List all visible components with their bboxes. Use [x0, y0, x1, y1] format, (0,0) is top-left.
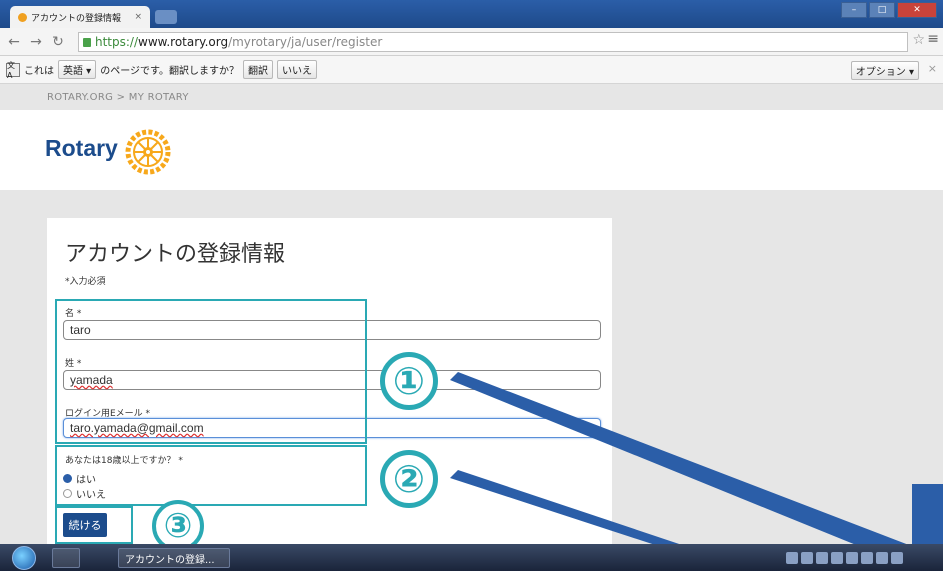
options-button[interactable]: オプション ▾	[850, 61, 919, 80]
rotary-wheel-icon	[125, 129, 171, 175]
breadcrumb[interactable]: ROTARY.ORG > MY ROTARY	[47, 92, 189, 103]
url-scheme: https://	[95, 35, 139, 49]
translate-suffix: のページです。翻訳しますか？	[100, 66, 240, 77]
tray-icon[interactable]	[876, 552, 888, 564]
highlight-box-fields	[55, 299, 367, 444]
translate-bar: 文A これは 英語 ▾ のページです。翻訳しますか？ 翻訳 いいえ オプション …	[0, 56, 943, 84]
translate-close-icon[interactable]: ×	[928, 62, 937, 75]
translate-icon: 文A	[6, 61, 20, 80]
system-tray	[653, 550, 903, 566]
url-path: /myrotary/ja/user/register	[228, 35, 383, 49]
tray-icon[interactable]	[801, 552, 813, 564]
annotation-callout-box	[912, 484, 943, 544]
browser-toolbar: ← → ↻ https:// www.rotary.org /myrotary/…	[0, 28, 943, 56]
highlight-box-age	[55, 445, 367, 506]
translate-prefix: これは	[24, 66, 54, 77]
tray-icon[interactable]	[846, 552, 858, 564]
taskbar-item-label: アカウントの登録...	[125, 554, 215, 566]
taskbar-quicklaunch[interactable]	[52, 548, 80, 568]
url-host: www.rotary.org	[138, 35, 229, 49]
annotation-number-two: ②	[380, 450, 438, 508]
browser-tab[interactable]: アカウントの登録情報 ×	[10, 6, 150, 28]
lock-icon	[83, 37, 91, 47]
site-header: Rotary	[0, 110, 943, 190]
reload-icon[interactable]: ↻	[50, 34, 66, 50]
os-taskbar: アカウントの登録...	[0, 544, 943, 571]
tab-close-icon[interactable]: ×	[134, 12, 142, 22]
form-title: アカウントの登録情報	[65, 242, 286, 267]
highlight-box-submit	[55, 506, 133, 544]
forward-icon[interactable]: →	[28, 34, 44, 50]
required-note: *入力必須	[65, 277, 106, 287]
window-controls: – □ ✕	[841, 2, 937, 18]
rotary-logo-text[interactable]: Rotary	[45, 135, 118, 162]
taskbar-browser-item[interactable]: アカウントの登録...	[118, 548, 230, 568]
translate-button[interactable]: 翻訳	[243, 60, 274, 79]
decline-translate-button[interactable]: いいえ	[277, 60, 318, 79]
back-icon[interactable]: ←	[6, 34, 22, 50]
tray-icon[interactable]	[831, 552, 843, 564]
tab-strip: アカウントの登録情報 × – □ ✕	[0, 0, 943, 28]
address-bar[interactable]: https:// www.rotary.org /myrotary/ja/use…	[78, 32, 908, 52]
language-select[interactable]: 英語 ▾	[58, 60, 97, 79]
annotation-number-one: ①	[380, 352, 438, 410]
minimize-icon[interactable]: –	[841, 2, 867, 18]
new-tab-button[interactable]	[155, 10, 177, 24]
start-button[interactable]	[12, 546, 36, 570]
menu-icon[interactable]: ≡	[927, 31, 939, 47]
tray-icon[interactable]	[861, 552, 873, 564]
window-close-icon[interactable]: ✕	[897, 2, 937, 18]
tray-icon[interactable]	[816, 552, 828, 564]
tray-icon[interactable]	[891, 552, 903, 564]
tab-title: アカウントの登録情報	[31, 13, 122, 24]
favicon-icon	[18, 12, 27, 22]
tray-icon[interactable]	[786, 552, 798, 564]
maximize-icon[interactable]: □	[869, 2, 895, 18]
bookmark-star-icon[interactable]: ☆	[912, 32, 925, 48]
